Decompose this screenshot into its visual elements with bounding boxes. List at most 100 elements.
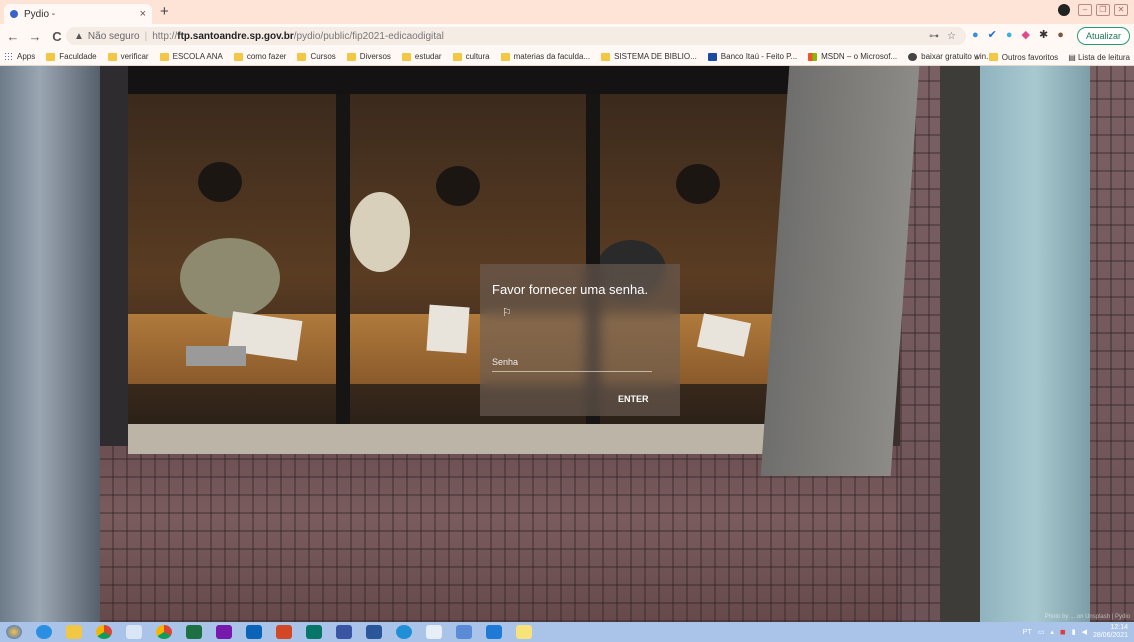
lamp-center [436, 166, 480, 206]
enter-button[interactable]: ENTER [618, 394, 649, 404]
paint-icon[interactable] [126, 625, 142, 639]
sticky-notes-icon[interactable] [516, 625, 532, 639]
bookmark-star-icon[interactable]: ☆ [947, 31, 956, 42]
snipping-tool-icon[interactable] [456, 625, 472, 639]
vscode-icon[interactable] [486, 625, 502, 639]
visio-icon[interactable] [336, 625, 352, 639]
reading-list-label: Lista de leitura [1077, 52, 1130, 62]
update-button[interactable]: Atualizar [1076, 27, 1130, 45]
window-ledge [128, 424, 788, 454]
address-bar[interactable]: ▲ Não seguro | http:// ftp.santoandre.sp… [66, 27, 966, 45]
bookmarks-bar: Apps Faculdade verificar ESCOLA ANA como faz… [0, 48, 1134, 66]
excel-icon[interactable] [186, 625, 202, 639]
bookmark-item[interactable]: Diversos [346, 52, 391, 61]
extension-blue-icon[interactable]: ● [972, 29, 979, 41]
close-window-button[interactable]: ✕ [1114, 4, 1128, 16]
bookmark-item[interactable]: Faculdade [46, 52, 97, 61]
clock[interactable]: 12:14 28/06/2021 [1093, 624, 1128, 640]
antivirus-icon[interactable]: ◼ [1060, 628, 1066, 636]
bookmark-item[interactable]: ESCOLA ANA [159, 52, 223, 61]
extension-avatar-icon[interactable]: ● [1057, 29, 1064, 41]
powerpoint-icon[interactable] [276, 625, 292, 639]
dialog-title: Favor fornecer uma senha. [492, 282, 649, 297]
password-input[interactable] [492, 352, 652, 372]
outlook-icon[interactable] [246, 625, 262, 639]
keyboard-icon[interactable]: ▭ [1038, 628, 1045, 636]
minimize-button[interactable]: – [1078, 4, 1092, 16]
bookmark-item[interactable]: SISTEMA DE BIBLIO... [601, 52, 697, 61]
globe-icon [908, 52, 918, 61]
bookmark-item[interactable]: Apps [4, 52, 35, 61]
word-icon[interactable] [366, 625, 382, 639]
folder-icon [233, 52, 243, 61]
new-tab-button[interactable]: + [160, 3, 169, 20]
background-photo: Favor fornecer uma senha. ⚐ ENTER Photo … [0, 66, 1134, 622]
extensions-area: ● ✔ ● ◆ ✱ ● [972, 28, 1064, 42]
reading-list[interactable]: ▤ Lista de leitura [1068, 53, 1130, 62]
back-button[interactable]: ← [4, 29, 22, 44]
reload-button[interactable]: C [48, 29, 66, 44]
bookmark-item[interactable]: estudar [401, 52, 442, 61]
menu-sheet [426, 304, 470, 354]
extensions-puzzle-icon[interactable]: ✱ [1039, 28, 1048, 41]
extension-cyan-icon[interactable]: ● [1006, 29, 1013, 41]
restore-button[interactable]: ❐ [1096, 4, 1110, 16]
window-mullion-1 [336, 94, 350, 424]
internet-explorer-icon[interactable] [36, 625, 52, 639]
person-center [350, 192, 410, 272]
onenote-icon[interactable] [216, 625, 232, 639]
password-dialog: Favor fornecer uma senha. ⚐ ENTER [480, 264, 680, 416]
bookmark-item[interactable]: MSDN – o Microsof... [808, 52, 897, 61]
pydio-favicon-icon [10, 10, 18, 18]
browser-toolbar: ← → C ▲ Não seguro | http:// ftp.santoan… [0, 24, 1134, 48]
network-icon[interactable]: ▮ [1072, 628, 1076, 636]
apps-icon [4, 52, 13, 61]
windows-taskbar: PT ▭ ▴ ◼ ▮ ◀ 12:14 28/06/2021 [0, 622, 1134, 642]
bookmark-item[interactable]: cultura [452, 52, 490, 61]
folder-icon [46, 52, 56, 61]
edge-icon[interactable] [396, 625, 412, 639]
chrome-alt-icon[interactable] [156, 625, 172, 639]
show-hidden-icon[interactable]: ▴ [1050, 628, 1054, 636]
bookmark-item[interactable]: materias da faculda... [500, 52, 590, 61]
extension-multi-icon[interactable]: ◆ [1022, 28, 1030, 41]
bookmarks-right: » Outros favoritos ▤ Lista de leitura [974, 48, 1130, 66]
bookmark-item[interactable]: verificar [107, 52, 149, 61]
language-indicator[interactable]: PT [1023, 629, 1032, 636]
extension-check-icon[interactable]: ✔ [988, 28, 997, 41]
bookmark-label: Faculdade [59, 52, 97, 61]
start-button-icon[interactable] [6, 625, 22, 639]
not-secure-label[interactable]: Não seguro [88, 31, 140, 42]
blue-icon [707, 52, 717, 61]
tab-close-icon[interactable]: × [140, 8, 146, 20]
roof-beam [92, 66, 902, 96]
volume-icon[interactable]: ◀ [1082, 628, 1087, 636]
forward-button[interactable]: → [26, 29, 44, 44]
tab-title: Pydio - [24, 8, 56, 20]
window-controls: – ❐ ✕ [1058, 4, 1128, 16]
bookmark-label: cultura [465, 52, 490, 61]
file-explorer-icon[interactable] [66, 625, 82, 639]
tab-pydio[interactable]: Pydio - × [4, 4, 152, 24]
left-column [0, 66, 100, 622]
publisher-icon[interactable] [306, 625, 322, 639]
other-favorites[interactable]: Outros favoritos [988, 53, 1058, 62]
profile-icon[interactable] [1058, 4, 1070, 16]
folder-icon [500, 52, 510, 61]
not-secure-icon[interactable]: ▲ [74, 31, 84, 42]
bookmark-item[interactable]: Cursos [297, 52, 336, 61]
more-bookmarks-button[interactable]: » [974, 53, 978, 62]
folder-icon [601, 52, 611, 61]
bookmark-item[interactable]: como fazer [233, 52, 286, 61]
language-flag-icon[interactable]: ⚐ [502, 306, 512, 319]
bookmark-label: estudar [414, 52, 442, 61]
right-column-shadow [940, 66, 982, 622]
system-tray: PT ▭ ▴ ◼ ▮ ◀ 12:14 28/06/2021 [1023, 624, 1128, 640]
bookmark-item[interactable]: Banco Itaú - Feito P... [707, 52, 797, 61]
person-left [180, 238, 280, 318]
key-icon[interactable]: ⊶ [929, 31, 939, 42]
shield-icon[interactable] [426, 625, 442, 639]
chrome-icon[interactable] [96, 625, 112, 639]
photo-credit[interactable]: Photo by ... on Unsplash | Pydio [1045, 614, 1130, 620]
right-column [980, 66, 1090, 622]
